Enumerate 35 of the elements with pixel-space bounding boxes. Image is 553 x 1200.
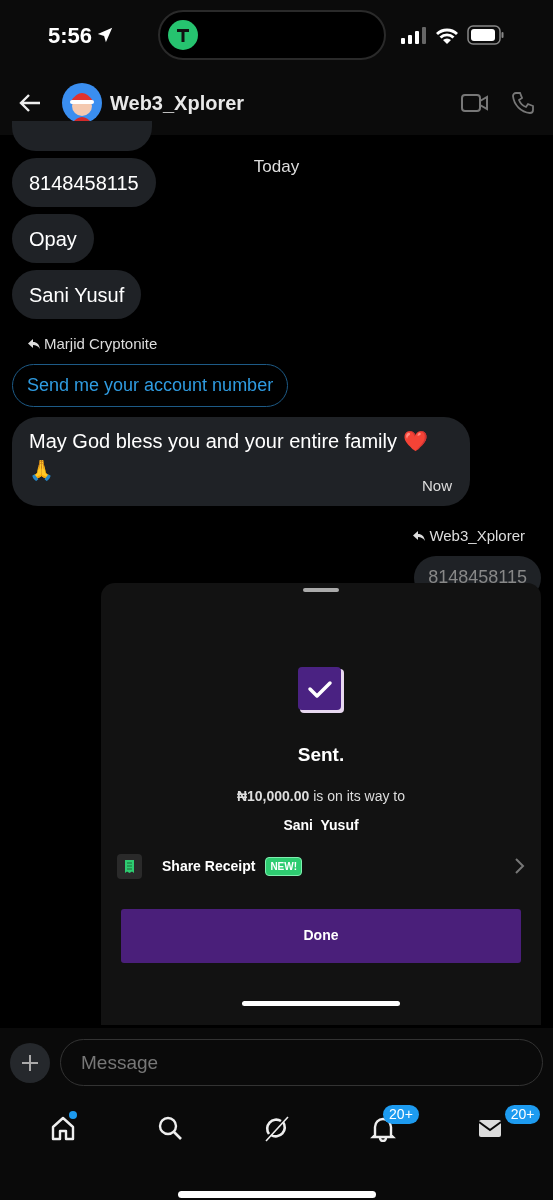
wifi-icon (435, 26, 459, 44)
reply-icon (28, 339, 40, 350)
status-time: 5:56 (48, 21, 93, 50)
back-arrow-icon[interactable] (18, 92, 42, 113)
location-arrow-icon (96, 26, 115, 44)
share-receipt-link[interactable]: Share Receipt (162, 855, 256, 877)
message-field[interactable]: Message (60, 1039, 543, 1086)
reply-to-label: Web3_Xplorer (429, 526, 525, 546)
slashed-circle-icon[interactable] (262, 1114, 291, 1142)
signal-icon (401, 26, 427, 44)
count-badge: 20+ (504, 1105, 541, 1124)
done-button[interactable]: Done (121, 908, 521, 963)
checkbox-icon (298, 667, 344, 713)
message-bubble: 8148458115 (12, 158, 156, 207)
recipient-name: Sani Yusuf (283, 815, 359, 835)
message-bubble: Opay (12, 214, 94, 263)
date-divider: Today (253, 156, 300, 178)
reply-to-label: Marjid Cryptonite (44, 334, 158, 354)
contact-name: Web3_Xplorer (110, 90, 245, 116)
sent-title: Sent. (297, 743, 345, 767)
video-call-icon[interactable] (461, 92, 489, 113)
chevron-right-icon[interactable] (515, 858, 525, 874)
count-badge: 20+ (383, 1105, 419, 1124)
coin-icon (168, 20, 198, 50)
battery-icon (467, 25, 505, 45)
phone-icon[interactable] (511, 90, 535, 115)
avatar[interactable] (62, 82, 102, 123)
amount-text: ₦10,000.00 is on its way to (236, 786, 406, 806)
plus-icon[interactable] (20, 1052, 40, 1073)
receipt-icon (117, 853, 142, 879)
new-badge: NEW! (265, 856, 303, 876)
add-button[interactable] (10, 1042, 50, 1083)
message-bubble: Sani Yusuf (12, 270, 142, 319)
sheet-handle[interactable] (303, 588, 339, 592)
reply-icon (413, 531, 426, 542)
